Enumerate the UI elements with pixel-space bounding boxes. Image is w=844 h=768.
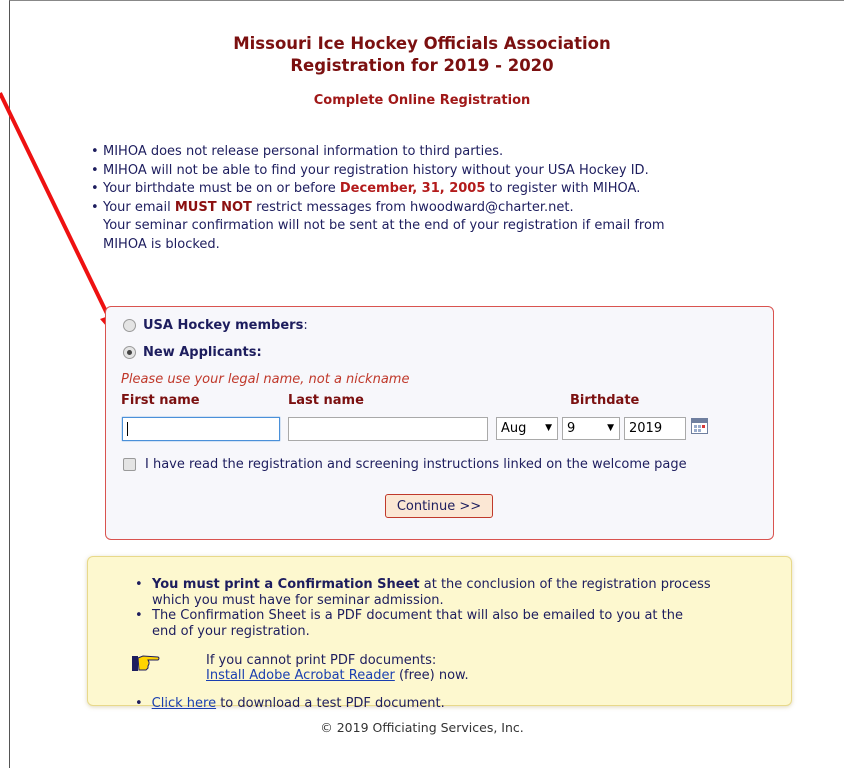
pdf-help: If you cannot print PDF documents: Insta… <box>206 653 469 683</box>
install-acrobat-link[interactable]: Install Adobe Acrobat Reader <box>206 668 395 683</box>
birth-year-input[interactable]: 2019 <box>624 417 686 440</box>
checkbox-label: I have read the registration and screeni… <box>145 457 687 472</box>
page-subtitle: Complete Online Registration <box>313 93 531 108</box>
must-not-emphasis: MUST NOT <box>174 199 252 215</box>
radio-label: USA Hockey members <box>143 318 304 333</box>
text-caret <box>127 422 128 436</box>
notice-item: • Your email MUST NOT restrict messages … <box>91 199 665 252</box>
notice-text: MIHOA does not release personal informat… <box>103 144 504 159</box>
test-pdf-link[interactable]: Click here <box>152 696 216 711</box>
radio-button[interactable] <box>123 319 136 332</box>
notice-text: Your seminar confirmation will not be se… <box>103 218 665 233</box>
notice-item: • MIHOA does not release personal inform… <box>91 144 504 159</box>
dropdown-arrow-icon: ▼ <box>607 423 614 433</box>
info-text: end of your registration. <box>152 623 310 639</box>
page-title: Missouri Ice Hockey Officials Associatio… <box>0 33 844 77</box>
notice-item: • MIHOA will not be able to find your re… <box>91 162 649 178</box>
confirmation-sheet-emphasis: You must print a Confirmation Sheet <box>152 577 420 592</box>
title-line-2: Registration for 2019 - 2020 <box>290 56 554 75</box>
pointing-hand-icon <box>132 655 160 671</box>
radio-button-selected[interactable] <box>123 346 136 359</box>
info-text: which you must have for seminar admissio… <box>152 592 444 608</box>
notice-text: to register with MIHOA. <box>485 181 641 196</box>
birth-day-select[interactable]: 9 ▼ <box>562 417 620 440</box>
notice-text: MIHOA is blocked. <box>103 236 220 252</box>
info-item: • The Confirmation Sheet is a PDF docume… <box>135 608 683 639</box>
instructions-checkbox[interactable] <box>123 458 136 471</box>
radio-new-applicants[interactable]: New Applicants: <box>123 345 262 360</box>
registration-box: USA Hockey members: New Applicants: Plea… <box>105 306 774 540</box>
info-text: The Confirmation Sheet is a PDF document… <box>152 608 683 623</box>
title-line-1: Missouri Ice Hockey Officials Associatio… <box>233 34 611 53</box>
info-list: • You must print a Confirmation Sheet at… <box>135 577 775 639</box>
info-text: at the conclusion of the registration pr… <box>419 577 711 592</box>
birth-month-select[interactable]: Aug ▼ <box>496 417 558 440</box>
radio-label-colon: : <box>303 318 308 333</box>
last-name-label: Last name <box>288 393 364 408</box>
notice-text: Your birthdate must be on or before <box>103 181 340 196</box>
footer-copyright: © 2019 Officiating Services, Inc. <box>320 720 524 735</box>
calendar-icon[interactable] <box>691 418 708 434</box>
dropdown-arrow-icon: ▼ <box>545 423 552 433</box>
birthdate-cutoff: December, 31, 2005 <box>339 181 486 196</box>
confirmation-info-box: • You must print a Confirmation Sheet at… <box>87 556 792 711</box>
radio-usa-hockey-members[interactable]: USA Hockey members: <box>123 318 308 333</box>
last-name-input[interactable] <box>288 417 488 441</box>
birth-day-value: 9 <box>567 421 576 436</box>
first-name-input[interactable] <box>122 417 280 441</box>
notice-list: • MIHOA does not release personal inform… <box>91 143 771 254</box>
continue-button[interactable]: Continue >> <box>385 494 493 518</box>
notice-text: restrict messages from hwoodward@charter… <box>251 199 574 215</box>
test-pdf-text: to download a test PDF document. <box>216 696 445 711</box>
notice-text: Your email <box>103 199 175 215</box>
notice-item: • Your birthdate must be on or before De… <box>91 181 641 196</box>
first-name-label: First name <box>121 393 200 408</box>
pdf-help-rest: (free) now. <box>394 668 469 683</box>
notice-text: MIHOA will not be able to find your regi… <box>103 162 649 178</box>
legal-name-hint: Please use your legal name, not a nickna… <box>121 372 410 387</box>
birth-month-value: Aug <box>501 421 527 436</box>
pdf-help-text: If you cannot print PDF documents: <box>206 653 437 668</box>
birthdate-label: Birthdate <box>570 393 640 408</box>
info-item: • You must print a Confirmation Sheet at… <box>135 577 711 608</box>
test-pdf-item: • Click here to download a test PDF docum… <box>135 696 445 711</box>
radio-label: New Applicants: <box>143 345 262 360</box>
instructions-confirm-checkbox-row[interactable]: I have read the registration and screeni… <box>123 457 687 472</box>
